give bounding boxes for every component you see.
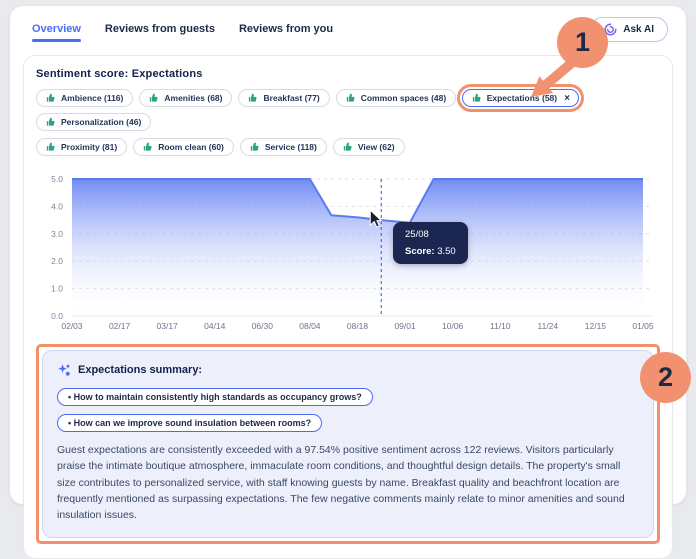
y-axis-tick: 0.0 <box>51 311 63 321</box>
x-axis-tick: 08/18 <box>347 321 369 331</box>
x-axis-tick: 03/17 <box>157 321 179 331</box>
summary-title: Expectations summary: <box>78 364 202 376</box>
tab-reviews-from-guests[interactable]: Reviews from guests <box>105 23 215 42</box>
sparkle-icon <box>57 363 71 377</box>
expectations-summary-card: Expectations summary: • How to maintain … <box>42 350 654 538</box>
x-axis-tick: 10/06 <box>442 321 464 331</box>
x-axis-tick: 06/30 <box>252 321 274 331</box>
tab-reviews-from-you[interactable]: Reviews from you <box>239 23 333 42</box>
x-axis-tick: 01/05 <box>632 321 654 331</box>
chip-label: Common spaces (48) <box>361 93 447 103</box>
thumbs-up-icon <box>143 142 153 152</box>
thumbs-up-icon <box>46 142 56 152</box>
summary-question-chip[interactable]: • How can we improve sound insulation be… <box>57 414 322 432</box>
sentiment-chip-breakfast[interactable]: Breakfast (77) <box>238 89 329 107</box>
sentiment-chart[interactable]: 0.0 1.0 2.0 3.0 4.0 5.0 02/03 02/17 03/17 04/14 06… <box>36 166 660 336</box>
sentiment-chip-ambience[interactable]: Ambience (116) <box>36 89 133 107</box>
area-fill <box>72 179 643 316</box>
suggested-questions: • How to maintain consistently high stan… <box>57 388 639 432</box>
x-axis-tick: 09/01 <box>394 321 416 331</box>
chip-label: Personalization (46) <box>61 117 141 127</box>
y-axis-tick: 5.0 <box>51 174 63 184</box>
annotation-arrow-icon <box>527 51 591 106</box>
y-axis-tick: 3.0 <box>51 229 63 239</box>
area-chart-canvas[interactable]: 0.0 1.0 2.0 3.0 4.0 5.0 02/03 02/17 03/17 04/14 06… <box>36 166 676 336</box>
summary-question-chip[interactable]: • How to maintain consistently high stan… <box>57 388 373 406</box>
sentiment-chip-service[interactable]: Service (118) <box>240 138 327 156</box>
thumbs-up-icon <box>250 142 260 152</box>
sentiment-chip-personalization[interactable]: Personalization (46) <box>36 113 151 131</box>
chip-label: Amenities (68) <box>164 93 222 103</box>
x-axis-tick: 02/03 <box>61 321 83 331</box>
x-axis-tick: 11/10 <box>490 321 511 331</box>
tooltip-date: 25/08 <box>405 230 456 240</box>
sentiment-chip-common-spaces[interactable]: Common spaces (48) <box>336 89 457 107</box>
thumbs-up-icon <box>343 142 353 152</box>
thumbs-up-icon <box>346 93 356 103</box>
thumbs-up-icon <box>46 117 56 127</box>
ask-ai-label: Ask AI <box>623 24 654 35</box>
chip-label: Ambience (116) <box>61 93 123 103</box>
annotation-box-summary: Expectations summary: • How to maintain … <box>36 344 660 544</box>
chip-label: Proximity (81) <box>61 142 117 152</box>
chip-label: Service (118) <box>265 142 317 152</box>
thumbs-up-icon <box>472 93 482 103</box>
tab-overview[interactable]: Overview <box>32 23 81 42</box>
sentiment-chip-room-clean[interactable]: Room clean (60) <box>133 138 234 156</box>
y-axis-tick: 1.0 <box>51 284 63 294</box>
sentiment-chip-proximity[interactable]: Proximity (81) <box>36 138 127 156</box>
tooltip-score-label: Score: <box>405 246 435 257</box>
x-axis-tick: 11/24 <box>538 321 559 331</box>
x-axis-tick: 02/17 <box>109 321 131 331</box>
chart-tooltip: 25/08 Score: 3.50 <box>393 222 468 264</box>
chip-label: Room clean (60) <box>158 142 224 152</box>
annotation-step-2-badge: 2 <box>640 352 691 403</box>
chip-label: View (62) <box>358 142 395 152</box>
y-axis-tick: 4.0 <box>51 201 63 211</box>
thumbs-up-icon <box>149 93 159 103</box>
x-axis-tick: 08/04 <box>299 321 321 331</box>
thumbs-up-icon <box>248 93 258 103</box>
y-axis-tick: 2.0 <box>51 256 63 266</box>
sentiment-chip-amenities[interactable]: Amenities (68) <box>139 89 232 107</box>
thumbs-up-icon <box>46 93 56 103</box>
chip-row: Proximity (81) Room clean (60) Service (11… <box>36 138 660 156</box>
chip-label: Breakfast (77) <box>263 93 319 103</box>
sentiment-panel: Sentiment score: Expectations Ambience (… <box>23 55 673 559</box>
x-axis-tick: 04/14 <box>204 321 226 331</box>
tooltip-score-value: 3.50 <box>437 246 456 257</box>
x-axis-tick: 12/15 <box>585 321 607 331</box>
sentiment-chip-view[interactable]: View (62) <box>333 138 405 156</box>
summary-text: Guest expectations are consistently exce… <box>57 442 639 523</box>
